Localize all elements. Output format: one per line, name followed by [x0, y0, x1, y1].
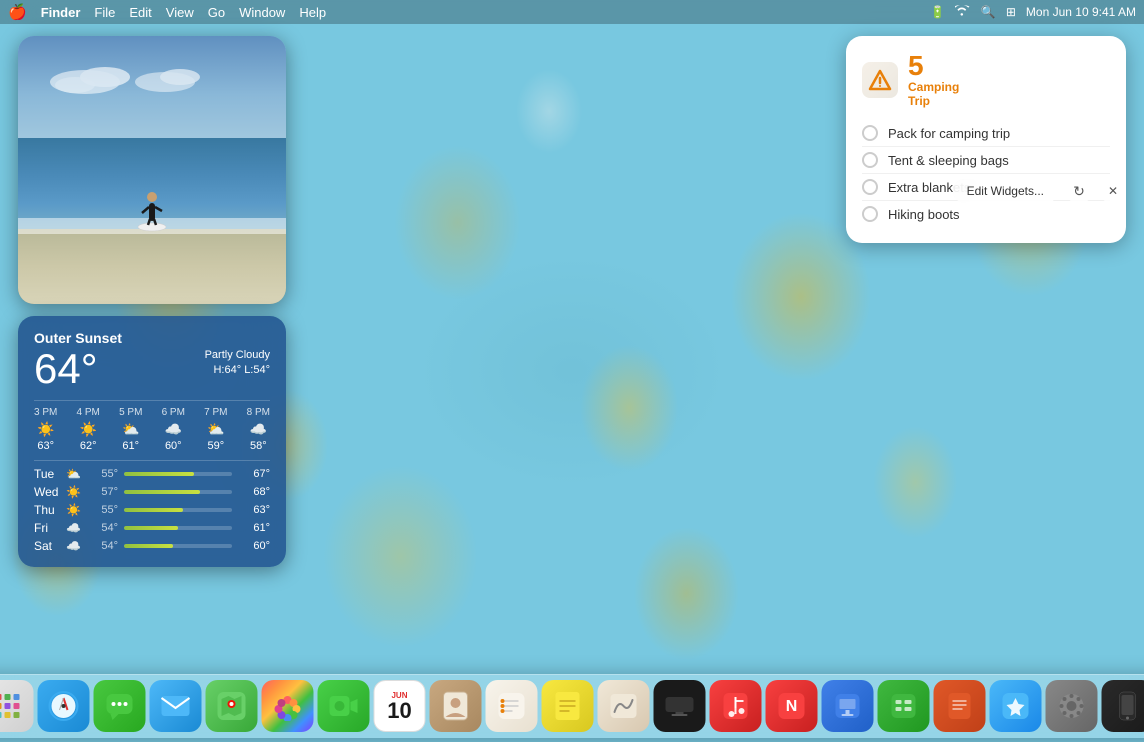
dock-item-pages[interactable]: [934, 680, 986, 732]
weather-location: Outer Sunset: [34, 330, 270, 346]
hour-item-3: 6 PM ☁️ 60°: [162, 407, 185, 452]
dock-item-settings[interactable]: [1046, 680, 1098, 732]
weather-day-tue: Tue ⛅ 55° 67°: [34, 467, 270, 481]
weather-day-sat: Sat ☁️ 54° 60°: [34, 539, 270, 553]
dock-item-news[interactable]: N: [766, 680, 818, 732]
menubar-window[interactable]: Window: [239, 5, 285, 20]
reminder-item-3: Hiking boots: [862, 200, 1110, 227]
reminders-category: CampingTrip: [908, 80, 959, 108]
weather-hourly: 3 PM ☀️ 63° 4 PM ☀️ 62° 5 PM ⛅ 61° 6 PM …: [34, 407, 270, 452]
menubar-left: 🍎 Finder File Edit View Go Window Help: [8, 3, 326, 21]
reminder-checkbox-2[interactable]: [862, 179, 878, 195]
weather-day-fri: Fri ☁️ 54° 61°: [34, 521, 270, 535]
hour-item-2: 5 PM ⛅ 61°: [119, 407, 142, 452]
wifi-icon: [955, 5, 971, 20]
apple-menu[interactable]: 🍎: [8, 3, 27, 21]
weather-daily: Tue ⛅ 55° 67° Wed ☀️ 57° 68° Thu ☀️ 55° …: [34, 467, 270, 553]
dock-item-contacts[interactable]: [430, 680, 482, 732]
dock-item-appstore[interactable]: [990, 680, 1042, 732]
menubar-view[interactable]: View: [166, 5, 194, 20]
photo-widget: [18, 36, 286, 304]
hour-item-1: 4 PM ☀️ 62°: [77, 407, 100, 452]
reminders-header: 5 CampingTrip: [862, 52, 1110, 108]
dock-item-maps[interactable]: [206, 680, 258, 732]
weather-divider-1: [34, 400, 270, 401]
dock-item-calendar[interactable]: JUN 10: [374, 680, 426, 732]
menubar-help[interactable]: Help: [299, 5, 326, 20]
reminders-widget: 5 CampingTrip Pack for camping trip Tent…: [846, 36, 1126, 243]
menubar-edit[interactable]: Edit: [129, 5, 151, 20]
reminders-count-section: 5 CampingTrip: [908, 52, 959, 108]
dock-item-appletv[interactable]: [654, 680, 706, 732]
reminder-checkbox-1[interactable]: [862, 152, 878, 168]
sync-icon-button[interactable]: ↻: [1066, 178, 1092, 204]
surfer-figure: [137, 175, 167, 240]
weather-day-wed: Wed ☀️ 57° 68°: [34, 485, 270, 499]
battery-icon: 🔋: [930, 5, 945, 19]
dock-item-numbers[interactable]: [878, 680, 930, 732]
close-widgets-button[interactable]: ✕: [1100, 178, 1126, 204]
dock-item-reminders[interactable]: [486, 680, 538, 732]
reminder-item-1: Tent & sleeping bags: [862, 146, 1110, 173]
photo-clouds: [45, 57, 206, 97]
photo-beach: [18, 229, 286, 304]
weather-temp-row: 64° Partly Cloudy H:64° L:54°: [34, 348, 270, 392]
dock-item-launchpad[interactable]: [0, 680, 34, 732]
svg-text:N: N: [786, 698, 798, 715]
dock-item-photos[interactable]: [262, 680, 314, 732]
dock: JUN 10: [0, 674, 1144, 738]
datetime-display: Mon Jun 10 9:41 AM: [1026, 5, 1136, 19]
reminder-text-1: Tent & sleeping bags: [888, 153, 1009, 168]
search-menubar-icon[interactable]: 🔍: [981, 5, 996, 19]
dock-item-messages[interactable]: [94, 680, 146, 732]
menubar-finder[interactable]: Finder: [41, 5, 81, 20]
reminder-text-3: Hiking boots: [888, 207, 960, 222]
sync-icon: ↻: [1073, 183, 1085, 200]
weather-divider-2: [34, 460, 270, 461]
reminder-checkbox-0[interactable]: [862, 125, 878, 141]
weather-temperature: 64°: [34, 348, 98, 390]
dock-item-iphone[interactable]: [1102, 680, 1144, 732]
menubar-go[interactable]: Go: [208, 5, 225, 20]
hour-item-0: 3 PM ☀️ 63°: [34, 407, 57, 452]
hour-item-5: 8 PM ☁️ 58°: [247, 407, 270, 452]
edit-widgets-button[interactable]: Edit Widgets...: [953, 179, 1058, 203]
weather-day-thu: Thu ☀️ 55° 63°: [34, 503, 270, 517]
weather-widget: Outer Sunset 64° Partly Cloudy H:64° L:5…: [18, 316, 286, 567]
dock-item-freeform[interactable]: [598, 680, 650, 732]
close-icon: ✕: [1108, 184, 1118, 198]
reminders-app-icon: [862, 62, 898, 98]
hour-item-4: 7 PM ⛅ 59°: [204, 407, 227, 452]
reminder-checkbox-3[interactable]: [862, 206, 878, 222]
reminder-item-0: Pack for camping trip: [862, 120, 1110, 146]
menubar-file[interactable]: File: [94, 5, 115, 20]
menubar: 🍎 Finder File Edit View Go Window Help 🔋…: [0, 0, 1144, 24]
dock-item-safari[interactable]: [38, 680, 90, 732]
dock-item-mail[interactable]: [150, 680, 202, 732]
dock-item-music[interactable]: [710, 680, 762, 732]
reminder-text-0: Pack for camping trip: [888, 126, 1010, 141]
menubar-right: 🔋 🔍 ⊞ Mon Jun 10 9:41 AM: [930, 5, 1136, 20]
control-center-icon[interactable]: ⊞: [1006, 5, 1016, 19]
calendar-date-display: JUN 10: [387, 691, 411, 722]
dock-item-facetime[interactable]: [318, 680, 370, 732]
reminders-count: 5: [908, 52, 959, 80]
dock-item-notes[interactable]: [542, 680, 594, 732]
weather-description: Partly Cloudy H:64° L:54°: [205, 348, 270, 379]
dock-item-keynote[interactable]: [822, 680, 874, 732]
edit-widgets-bar: Edit Widgets... ↻ ✕: [953, 178, 1126, 204]
